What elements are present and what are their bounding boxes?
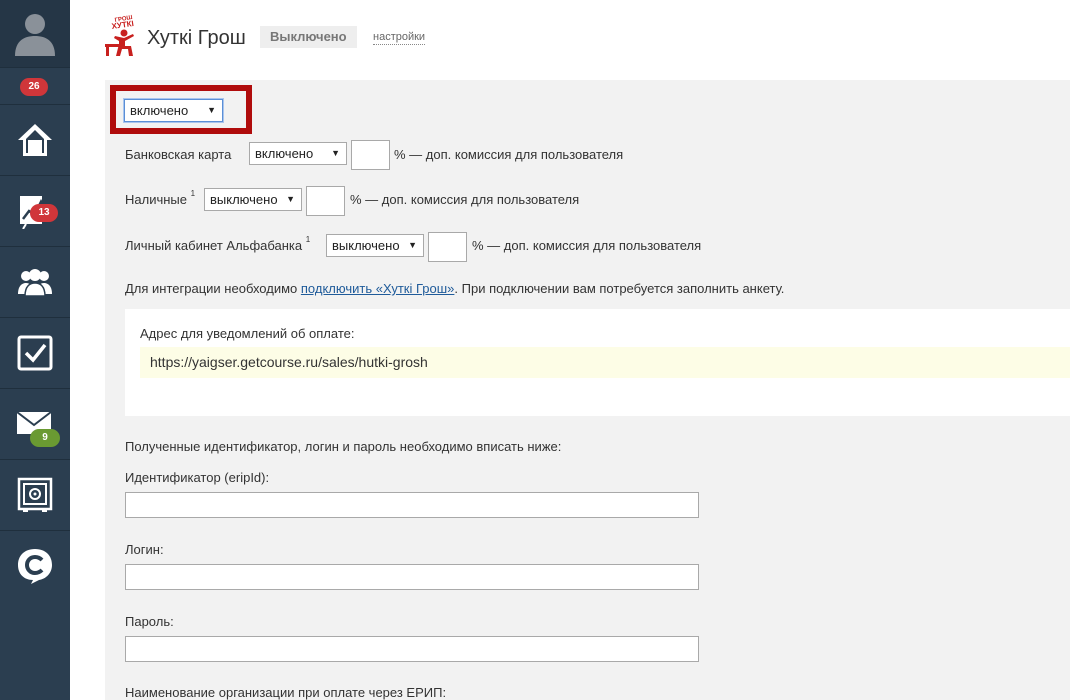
user-avatar-icon (15, 14, 55, 56)
sidebar-item-getcourse[interactable] (0, 531, 70, 602)
password-input[interactable] (125, 636, 699, 662)
getcourse-logo-icon (18, 549, 52, 584)
sidebar-item-home[interactable] (0, 105, 70, 176)
login-label: Логин: (125, 542, 164, 557)
sidebar-item-users[interactable] (0, 247, 70, 318)
sales-badge: 13 (30, 204, 58, 222)
alfabank-select[interactable]: выключено ▼ (326, 234, 424, 257)
sidebar-item-sales[interactable]: 13 (0, 176, 70, 247)
credentials-hint: Полученные идентификатор, логин и пароль… (125, 439, 562, 454)
sidebar-item-messages[interactable]: 9 (0, 389, 70, 460)
notifications-badge: 26 (20, 78, 48, 96)
home-icon (18, 124, 52, 156)
login-input[interactable] (125, 564, 699, 590)
status-badge: Выключено (260, 26, 357, 48)
hutki-grosh-logo: ГРОШ ХУТКІ (103, 14, 141, 58)
chevron-down-icon: ▼ (286, 194, 295, 204)
users-icon (18, 269, 52, 297)
svg-text:ХУТКІ: ХУТКІ (111, 19, 134, 31)
page-title: Хуткі Грош (147, 27, 246, 49)
user-avatar[interactable] (0, 0, 70, 68)
alfabank-commission-suffix: % — доп. комиссия для пользователя (472, 238, 702, 253)
notification-url-value[interactable]: https://yaigser.getcourse.ru/sales/hutki… (140, 347, 1070, 378)
connect-hutki-grosh-link[interactable]: подключить «Хуткі Грош» (301, 281, 455, 296)
alfabank-label: Личный кабинет Альфабанка 1 (125, 235, 311, 253)
tasks-checkbox-icon (17, 335, 53, 371)
safe-icon (17, 477, 53, 512)
alfabank-value: выключено (332, 238, 400, 253)
bank-card-commission-input[interactable] (351, 140, 390, 170)
messages-badge: 9 (30, 429, 60, 447)
hutki-grosh-logo-icon: ГРОШ ХУТКІ (105, 15, 134, 56)
erip-id-label: Идентификатор (eripId): (125, 470, 270, 485)
sidebar-item-safe[interactable] (0, 460, 70, 531)
notification-url-label: Адрес для уведомлений об оплате: (140, 326, 355, 341)
chevron-down-icon: ▼ (207, 105, 216, 115)
settings-link[interactable]: настройки (373, 31, 426, 45)
left-sidebar: 26 13 9 (0, 0, 70, 700)
bank-card-commission-suffix: % — доп. комиссия для пользователя (394, 147, 624, 162)
chevron-down-icon: ▼ (408, 240, 417, 250)
cash-commission-suffix: % — доп. комиссия для пользователя (350, 192, 580, 207)
main-toggle-value: включено (130, 103, 189, 118)
chevron-down-icon: ▼ (331, 148, 340, 158)
alfabank-commission-input[interactable] (428, 232, 467, 262)
integration-note: Для интеграции необходимо подключить «Ху… (125, 281, 785, 296)
organization-name-label: Наименование организации при оплате чере… (125, 685, 447, 700)
bank-card-select[interactable]: включено ▼ (249, 142, 347, 165)
sidebar-item-tasks[interactable] (0, 318, 70, 389)
cash-select[interactable]: выключено ▼ (204, 188, 302, 211)
bank-card-label: Банковская карта (125, 147, 232, 162)
cash-value: выключено (210, 192, 278, 207)
main-toggle-select[interactable]: включено ▼ (124, 99, 223, 122)
password-label: Пароль: (125, 614, 174, 629)
bank-card-value: включено (255, 146, 314, 161)
erip-id-input[interactable] (125, 492, 699, 518)
notifications-counter-row[interactable]: 26 (0, 68, 70, 105)
cash-commission-input[interactable] (306, 186, 345, 216)
cash-label: Наличные 1 (125, 189, 196, 207)
